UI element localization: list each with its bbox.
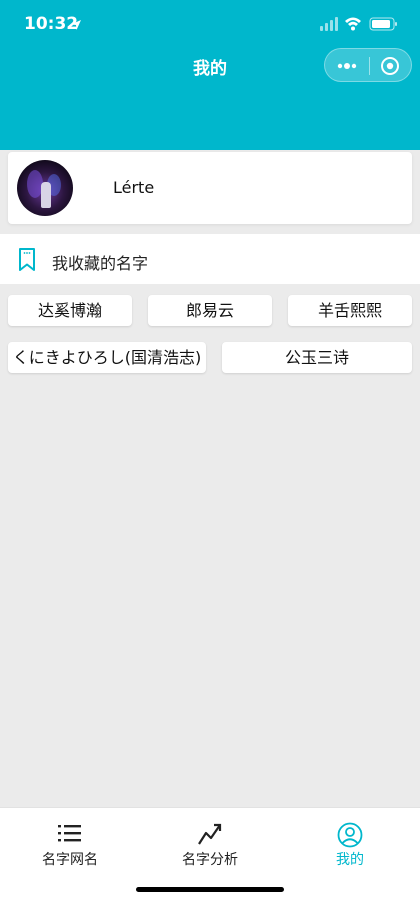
tab-analysis[interactable]: 名字分析 [140,808,280,878]
close-target-icon[interactable] [380,56,400,80]
wifi-icon [345,17,361,31]
home-indicator [136,887,284,892]
favorite-name-chip[interactable]: くにきよひろし(国清浩志) [8,342,206,373]
profile-card[interactable]: Lérte [8,152,412,224]
status-bar: 10:32 [0,0,420,50]
favorite-name-chip[interactable]: 郎易云 [148,295,272,326]
favorites-title: 我收藏的名字 [52,254,149,273]
capsule-divider [369,57,370,75]
tab-names[interactable]: 名字网名 [0,808,140,878]
status-icons [320,16,400,36]
miniprogram-capsule [324,48,412,82]
trend-icon [197,822,223,850]
favorite-name-chip[interactable]: 达奚博瀚 [8,295,132,326]
avatar-figure [41,182,51,208]
tab-mine[interactable]: 我的 [280,808,420,878]
list-icon [57,822,83,848]
signal-icon [320,17,338,31]
username: Lérte [113,178,155,197]
header: 10:32 我的 [0,0,420,150]
bookmark-icon [18,248,36,276]
location-arrow-icon [70,16,82,35]
tab-bar: 名字网名 名字分析 我的 [0,807,420,909]
battery-icon [369,17,397,31]
favorite-name-chip[interactable]: 公玉三诗 [222,342,412,373]
more-icon[interactable] [335,58,359,78]
tab-label: 我的 [336,852,364,868]
tab-label: 名字网名 [42,852,98,868]
user-icon [337,822,363,852]
favorites-header: 我收藏的名字 [0,234,420,284]
avatar[interactable] [17,160,73,216]
tab-label: 名字分析 [182,852,238,868]
favorite-name-chip[interactable]: 羊舌熙熙 [288,295,412,326]
